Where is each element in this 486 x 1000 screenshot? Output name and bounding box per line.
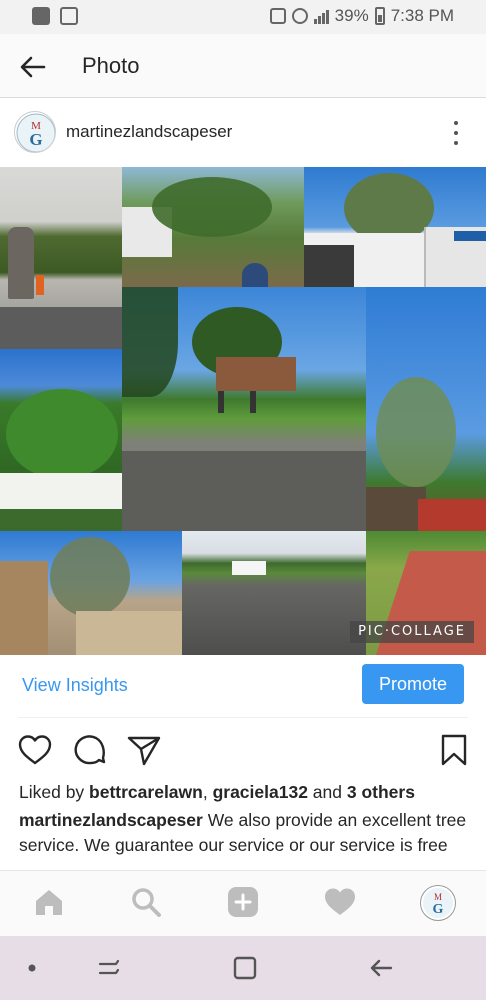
alarm-icon: [291, 8, 308, 24]
profile-tab-avatar[interactable]: M G: [420, 885, 456, 921]
bookmark-icon[interactable]: [436, 732, 472, 768]
message-icon: [32, 7, 50, 25]
divider: [18, 717, 468, 718]
avatar-logo-icon: M G: [16, 113, 55, 152]
new-post-icon[interactable]: [226, 885, 260, 919]
pic-collage-watermark: PIC·COLLAGE: [350, 621, 474, 643]
likes-prefix: Liked by: [19, 782, 90, 802]
profile-logo-icon: M G: [423, 888, 453, 918]
collage-tile-building-tree: [304, 167, 486, 287]
insights-row: View Insights Promote: [0, 655, 486, 717]
post-photo-collage[interactable]: PIC·COLLAGE: [0, 167, 486, 655]
gallery-notification-icon: [60, 7, 78, 25]
likes-line: Liked by bettrcarelawn, graciela132 and …: [19, 782, 415, 803]
activity-heart-icon[interactable]: [323, 885, 357, 919]
likes-others-link[interactable]: 3 others: [347, 782, 415, 802]
app-header: Photo: [0, 34, 486, 98]
page-title: Photo: [82, 53, 140, 78]
caption-username[interactable]: martinezlandscapeser: [19, 810, 203, 830]
heart-icon[interactable]: [17, 732, 53, 768]
collage-tile-street-tree: [122, 287, 366, 531]
post-caption: martinezlandscapeser We also provide an …: [19, 808, 469, 870]
search-icon[interactable]: [129, 885, 163, 919]
recent-apps-icon[interactable]: [95, 954, 123, 982]
comment-icon[interactable]: [72, 732, 108, 768]
status-bar: 39% 7:38 PM: [0, 0, 486, 34]
view-insights-link[interactable]: View Insights: [22, 675, 128, 696]
battery-icon: [374, 7, 385, 25]
likes-separator: ,: [202, 782, 213, 802]
post-header: M G martinezlandscapeser: [0, 99, 486, 167]
collage-tile-truck: [0, 167, 122, 349]
collage-tile-fence: [0, 531, 182, 655]
system-nav-bar: [0, 936, 486, 1000]
status-time: 7:38 PM: [390, 6, 454, 25]
back-button-icon[interactable]: [367, 954, 395, 982]
promote-button[interactable]: Promote: [362, 664, 464, 704]
avatar[interactable]: M G: [14, 111, 56, 153]
more-options-icon[interactable]: [454, 121, 460, 145]
svg-text:G: G: [433, 902, 444, 917]
liker-graciela132[interactable]: graciela132: [213, 782, 308, 802]
svg-text:M: M: [434, 892, 442, 902]
signal-icon: [313, 8, 329, 24]
svg-text:G: G: [29, 130, 42, 149]
bottom-tab-bar: M G: [0, 870, 486, 936]
collage-tile-road: [182, 531, 366, 655]
home-button-icon[interactable]: [231, 954, 259, 982]
status-notifications: [32, 7, 78, 25]
collage-tile-house-tree: [0, 349, 122, 531]
likes-and: and: [307, 782, 347, 802]
post-actions: [0, 728, 486, 772]
liker-bettrcarelawn[interactable]: bettrcarelawn: [89, 782, 203, 802]
collage-tile-yard-trees: [122, 167, 304, 287]
nfc-icon: [269, 8, 286, 24]
home-icon[interactable]: [32, 885, 66, 919]
back-arrow-icon[interactable]: [18, 52, 48, 82]
post-username[interactable]: martinezlandscapeser: [66, 122, 232, 142]
share-icon[interactable]: [126, 732, 162, 768]
battery-percent: 39%: [334, 6, 369, 25]
collage-tile-tall-tree: [366, 287, 486, 531]
status-system: 39% 7:38 PM: [269, 6, 454, 26]
nav-dot-icon[interactable]: [18, 954, 46, 982]
